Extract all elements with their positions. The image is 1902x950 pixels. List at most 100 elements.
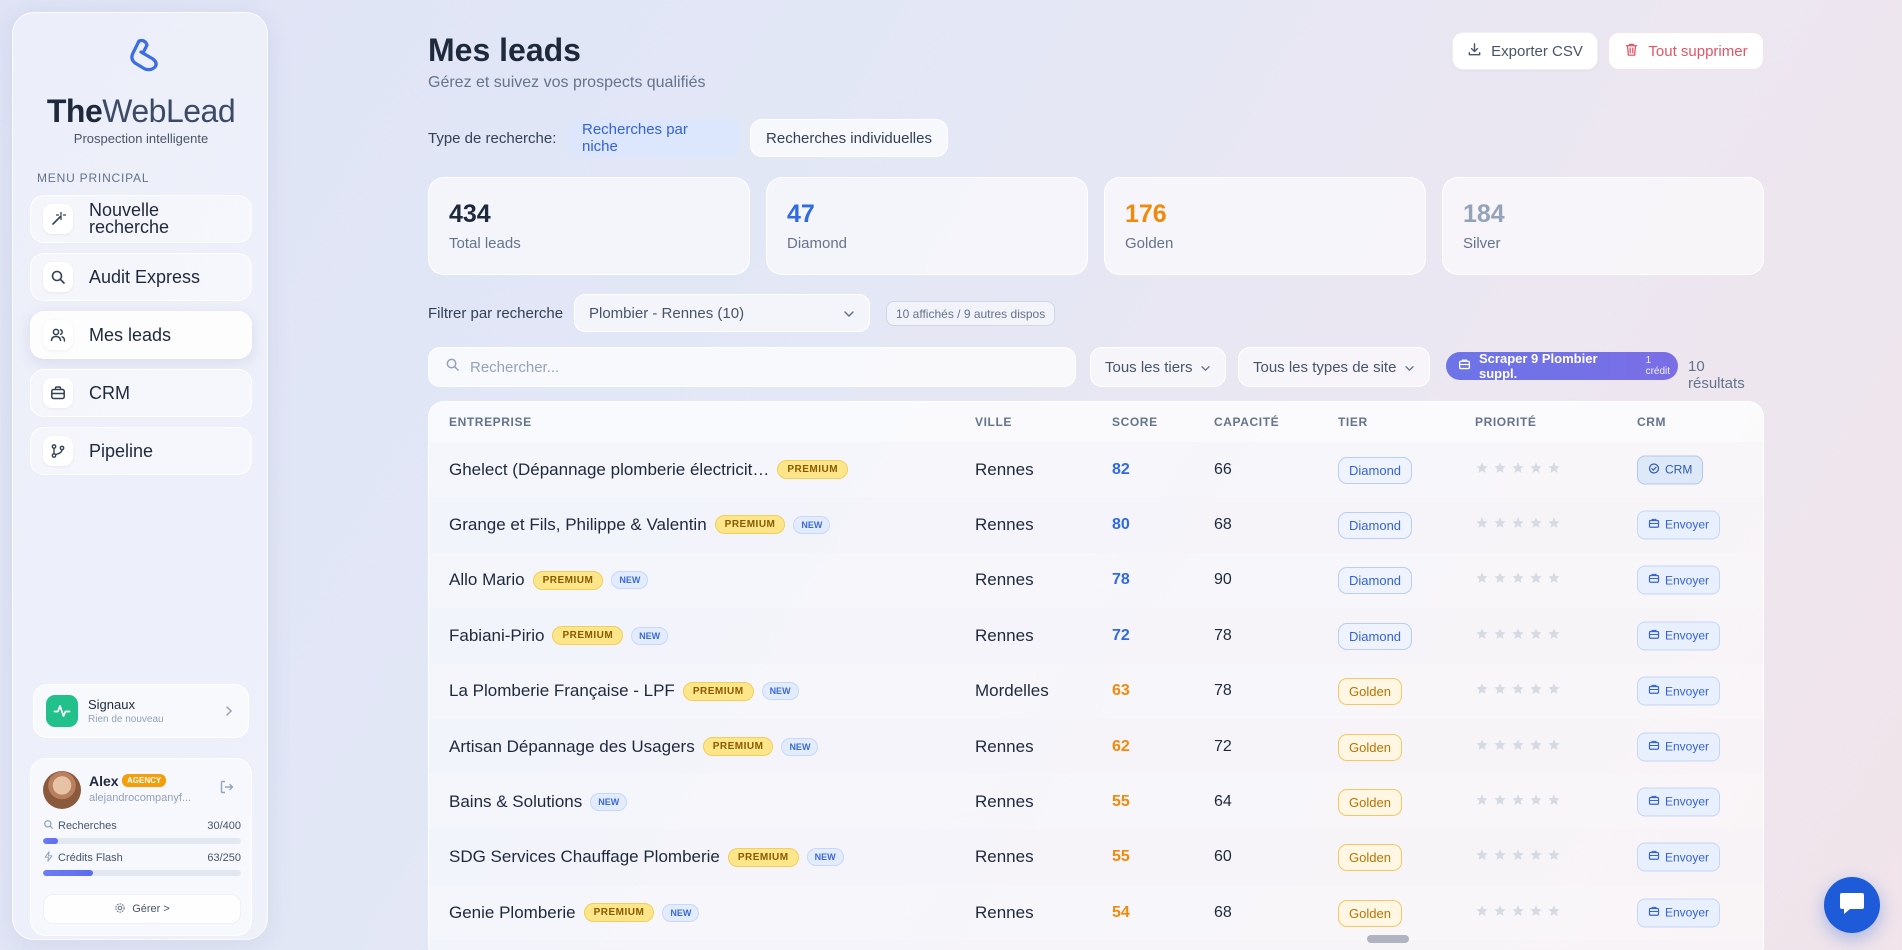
- star-icon[interactable]: [1511, 460, 1525, 480]
- col-header-priority[interactable]: PRIORITÉ: [1475, 415, 1536, 429]
- star-icon[interactable]: [1511, 903, 1525, 923]
- export-csv-button[interactable]: Exporter CSV: [1452, 32, 1598, 70]
- sidebar-item-audit-express[interactable]: Audit Express: [30, 253, 252, 301]
- premium-badge: PREMIUM: [682, 681, 754, 701]
- tab-individual-searches[interactable]: Recherches individuelles: [750, 119, 948, 157]
- star-icon[interactable]: [1475, 903, 1489, 923]
- sidebar-item-pipeline[interactable]: Pipeline: [30, 427, 252, 475]
- star-icon[interactable]: [1547, 737, 1561, 757]
- table-row[interactable]: Grange et Fils, Philippe & Valentin PREMI…: [429, 497, 1763, 552]
- star-icon[interactable]: [1493, 460, 1507, 480]
- star-icon[interactable]: [1529, 460, 1543, 480]
- col-header-tier[interactable]: TIER: [1338, 415, 1368, 429]
- signals-card[interactable]: Signaux Rien de nouveau: [33, 684, 249, 738]
- star-icon[interactable]: [1493, 681, 1507, 701]
- search-filter-select[interactable]: Plombier - Rennes (10): [574, 294, 870, 332]
- star-icon[interactable]: [1547, 681, 1561, 701]
- star-icon[interactable]: [1511, 792, 1525, 812]
- send-to-crm-button[interactable]: Envoyer: [1637, 676, 1721, 706]
- star-icon[interactable]: [1529, 737, 1543, 757]
- star-icon[interactable]: [1511, 847, 1525, 867]
- scrape-more-button[interactable]: Scraper 9 Plombier suppl. 1 crédit: [1446, 351, 1678, 381]
- star-icon[interactable]: [1529, 792, 1543, 812]
- star-icon[interactable]: [1547, 792, 1561, 812]
- sidebar-item-mes-leads[interactable]: Mes leads: [30, 311, 252, 359]
- star-icon[interactable]: [1511, 681, 1525, 701]
- star-icon[interactable]: [1547, 847, 1561, 867]
- star-icon[interactable]: [1475, 626, 1489, 646]
- tier-dropdown[interactable]: Tous les tiers: [1090, 347, 1226, 387]
- company-name[interactable]: Bains & Solutions: [449, 792, 582, 812]
- sidebar-item-nouvelle-recherche[interactable]: Nouvelle recherche: [30, 195, 252, 243]
- table-row[interactable]: Bains & Solutions NEW Rennes 55 64 Golden Envo…: [429, 774, 1763, 830]
- star-icon[interactable]: [1547, 903, 1561, 923]
- table-row[interactable]: Genie Plomberie PREMIUM NEW Rennes 54 68 Golde…: [429, 885, 1763, 941]
- table-row[interactable]: Ghelect (Dépannage plomberie électricit……: [429, 442, 1763, 497]
- star-icon[interactable]: [1475, 570, 1489, 590]
- star-icon[interactable]: [1529, 681, 1543, 701]
- table-row[interactable]: Fabiani-Pirio PREMIUM NEW Rennes 72 78 Diamond…: [429, 608, 1763, 663]
- star-icon[interactable]: [1493, 792, 1507, 812]
- logout-icon[interactable]: [219, 779, 235, 800]
- star-icon[interactable]: [1511, 515, 1525, 535]
- send-to-crm-button[interactable]: Envoyer: [1637, 732, 1721, 761]
- star-icon[interactable]: [1493, 737, 1507, 757]
- star-icon[interactable]: [1475, 681, 1489, 701]
- star-icon[interactable]: [1547, 515, 1561, 535]
- table-row[interactable]: La Plomberie Française - LPF PREMIUM NEW Mo…: [429, 663, 1763, 719]
- star-icon[interactable]: [1475, 515, 1489, 535]
- avatar[interactable]: [43, 771, 81, 809]
- star-icon[interactable]: [1529, 570, 1543, 590]
- send-to-crm-button[interactable]: Envoyer: [1637, 510, 1721, 540]
- company-name[interactable]: Artisan Dépannage des Usagers: [449, 737, 695, 757]
- star-icon[interactable]: [1493, 515, 1507, 535]
- company-name[interactable]: Grange et Fils, Philippe & Valentin: [449, 515, 707, 535]
- table-row[interactable]: SDG Services Chauffage Plomberie PREMIUM N…: [429, 830, 1763, 885]
- star-icon[interactable]: [1529, 903, 1543, 923]
- send-to-crm-button[interactable]: Envoyer: [1637, 842, 1721, 872]
- chat-button[interactable]: [1824, 877, 1880, 933]
- star-icon[interactable]: [1493, 847, 1507, 867]
- company-name[interactable]: La Plomberie Française - LPF: [449, 681, 675, 701]
- star-icon[interactable]: [1547, 460, 1561, 480]
- star-icon[interactable]: [1475, 792, 1489, 812]
- star-icon[interactable]: [1529, 626, 1543, 646]
- star-icon[interactable]: [1493, 570, 1507, 590]
- send-to-crm-button[interactable]: Envoyer: [1637, 898, 1721, 928]
- col-header-city[interactable]: VILLE: [975, 415, 1012, 429]
- star-icon[interactable]: [1529, 515, 1543, 535]
- send-to-crm-button[interactable]: Envoyer: [1637, 621, 1721, 651]
- scroll-handle[interactable]: [1367, 935, 1409, 943]
- star-icon[interactable]: [1475, 847, 1489, 867]
- company-name[interactable]: Genie Plomberie: [449, 903, 576, 923]
- star-icon[interactable]: [1493, 903, 1507, 923]
- col-header-crm[interactable]: CRM: [1637, 415, 1666, 429]
- star-icon[interactable]: [1529, 847, 1543, 867]
- table-row[interactable]: Artisan Dépannage des Usagers PREMIUM NEW R…: [429, 719, 1763, 774]
- sidebar-item-crm[interactable]: CRM: [30, 369, 252, 417]
- company-name[interactable]: Ghelect (Dépannage plomberie électricit…: [449, 460, 769, 480]
- manage-button[interactable]: Gérer >: [43, 894, 241, 924]
- company-name[interactable]: SDG Services Chauffage Plomberie: [449, 847, 720, 867]
- tab-niche-searches[interactable]: Recherches par niche: [568, 119, 740, 157]
- company-name[interactable]: Allo Mario: [449, 570, 525, 590]
- star-icon[interactable]: [1511, 737, 1525, 757]
- send-to-crm-button[interactable]: Envoyer: [1637, 787, 1721, 817]
- crm-status-button[interactable]: CRM: [1637, 455, 1704, 484]
- star-icon[interactable]: [1475, 737, 1489, 757]
- col-header-company[interactable]: ENTREPRISE: [449, 415, 532, 429]
- star-icon[interactable]: [1493, 626, 1507, 646]
- company-name[interactable]: Fabiani-Pirio: [449, 626, 544, 646]
- star-icon[interactable]: [1511, 570, 1525, 590]
- send-to-crm-button[interactable]: Envoyer: [1637, 565, 1721, 595]
- star-icon[interactable]: [1547, 570, 1561, 590]
- star-icon[interactable]: [1475, 460, 1489, 480]
- site-type-dropdown[interactable]: Tous les types de site: [1238, 347, 1430, 387]
- delete-all-button[interactable]: Tout supprimer: [1608, 32, 1764, 70]
- star-icon[interactable]: [1547, 626, 1561, 646]
- col-header-score[interactable]: SCORE: [1112, 415, 1158, 429]
- star-icon[interactable]: [1511, 626, 1525, 646]
- search-input[interactable]: [470, 358, 1050, 376]
- table-row[interactable]: Allo Mario PREMIUM NEW Rennes 78 90 Diamond Env…: [429, 552, 1763, 608]
- col-header-capacity[interactable]: CAPACITÉ: [1214, 415, 1279, 429]
